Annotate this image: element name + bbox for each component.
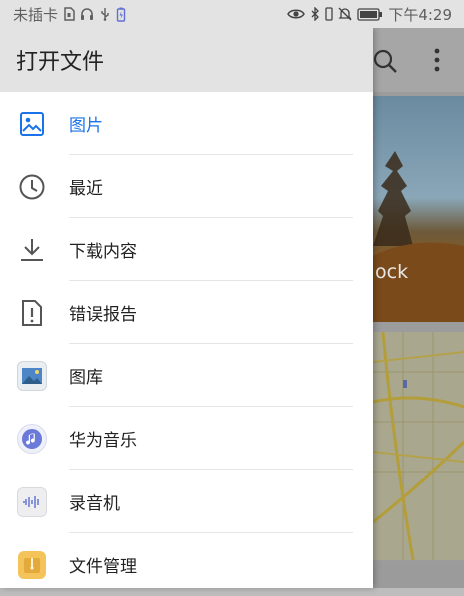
status-bar: 未插卡 下午4:29 <box>0 0 464 28</box>
drawer-item-label: 录音机 <box>69 494 120 514</box>
map-thumbnail[interactable] <box>373 332 464 560</box>
image-icon <box>17 109 47 139</box>
recorder-app-icon <box>17 486 47 517</box>
drawer-item-label: 错误报告 <box>69 305 137 325</box>
drawer-item-label: 图库 <box>69 368 103 388</box>
gallery-app-icon <box>17 360 47 391</box>
vibrate-battery-icon <box>325 7 333 21</box>
sim-card-icon <box>63 7 75 21</box>
clock-icon <box>17 172 47 202</box>
drawer-header: 打开文件 <box>0 28 373 92</box>
huawei-music-app-icon <box>17 423 47 454</box>
thumbnail-caption: ock <box>375 261 409 283</box>
drawer-item-gallery[interactable]: 图库 <box>0 344 373 407</box>
carrier-label: 未插卡 <box>13 5 59 24</box>
clock-time: 下午4:29 <box>388 5 452 24</box>
eye-comfort-icon <box>287 8 306 20</box>
drawer-item-bug-report[interactable]: 错误报告 <box>0 281 373 344</box>
usb-icon <box>99 7 111 21</box>
mute-icon <box>338 7 352 21</box>
file-manager-app-icon <box>17 550 47 580</box>
bluetooth-icon <box>310 7 320 21</box>
headset-icon <box>80 7 94 21</box>
battery-saver-icon <box>116 7 126 22</box>
download-icon <box>17 235 47 265</box>
drawer-item-images[interactable]: 图片 <box>0 92 373 155</box>
photo-thumbnail[interactable]: ock <box>373 96 464 322</box>
search-icon[interactable] <box>372 48 398 78</box>
bug-report-icon <box>17 298 47 328</box>
drawer-item-huawei-music[interactable]: 华为音乐 <box>0 407 373 470</box>
drawer-item-recent[interactable]: 最近 <box>0 155 373 218</box>
more-options-icon[interactable] <box>431 46 443 78</box>
drawer-item-label: 文件管理 <box>69 557 137 577</box>
drawer-item-label: 华为音乐 <box>69 431 137 451</box>
drawer-item-downloads[interactable]: 下载内容 <box>0 218 373 281</box>
battery-icon <box>357 7 383 21</box>
navigation-drawer: 打开文件 图片 最近 下载内容 错误报告 图库 华为音乐 录音机 文件管理 <box>0 28 373 588</box>
thumbnail-strip[interactable] <box>373 566 464 588</box>
drawer-item-recorder[interactable]: 录音机 <box>0 470 373 533</box>
drawer-item-label: 下载内容 <box>69 242 137 262</box>
drawer-item-file-manager[interactable]: 文件管理 <box>0 533 373 596</box>
drawer-item-label: 图片 <box>69 116 103 136</box>
drawer-title: 打开文件 <box>16 50 105 75</box>
drawer-item-label: 最近 <box>69 179 103 199</box>
